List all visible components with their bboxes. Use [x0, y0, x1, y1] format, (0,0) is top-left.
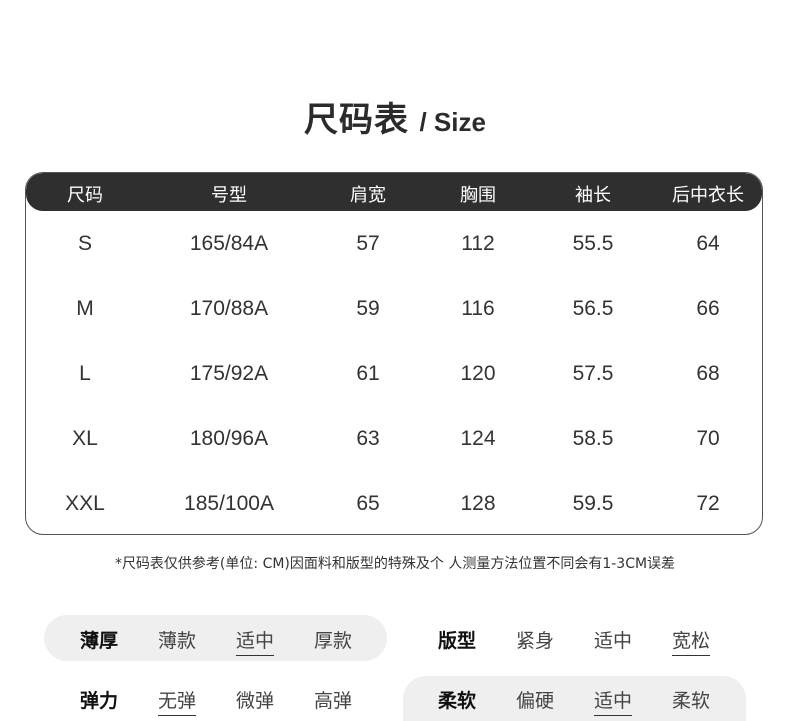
cell-chest: 116	[461, 297, 495, 320]
cell-size: S	[77, 232, 93, 255]
fit-option-selected: 宽松	[671, 626, 711, 656]
cell-sleeve: 55.5	[572, 232, 614, 255]
header-sleeve: 袖长	[575, 185, 611, 206]
table-row: XL 180/96A 63 124 58.5 70	[26, 427, 762, 457]
cell-length: 68	[696, 362, 720, 385]
elasticity-option-selected: 无弹	[157, 686, 197, 716]
cell-model: 170/88A	[189, 297, 269, 320]
cell-length: 64	[696, 232, 720, 255]
elasticity-option: 微弹	[235, 690, 275, 712]
table-row: XXL 185/100A 65 128 59.5 72	[26, 492, 762, 522]
cell-chest: 120	[460, 362, 496, 385]
cell-shoulder: 63	[356, 427, 380, 450]
fit-option: 紧身	[515, 630, 555, 652]
cell-shoulder: 59	[356, 297, 380, 320]
header-size: 尺码	[67, 185, 103, 206]
softness-label: 柔软	[437, 690, 477, 712]
cell-length: 72	[696, 492, 720, 515]
cell-sleeve: 57.5	[572, 362, 614, 385]
cell-size: L	[79, 362, 91, 385]
size-table: 尺码 号型 肩宽 胸围 袖长 后中衣长 S 165/84A 57 112 55.…	[25, 172, 763, 535]
cell-size: XXL	[65, 492, 105, 515]
table-header: 尺码 号型 肩宽 胸围 袖长 后中衣长	[26, 173, 762, 211]
thickness-label: 薄厚	[79, 630, 119, 652]
cell-model: 175/92A	[189, 362, 269, 385]
header-shoulder: 肩宽	[350, 185, 386, 206]
size-note: *尺码表仅供参考(单位: CM)因面料和版型的特殊及个 人测量方法位置不同会有1…	[114, 556, 676, 572]
thickness-option: 薄款	[157, 630, 197, 652]
header-length: 后中衣长	[672, 185, 744, 206]
fit-option: 适中	[593, 630, 633, 652]
cell-chest: 124	[460, 427, 496, 450]
table-row: S 165/84A 57 112 55.5 64	[26, 232, 762, 262]
elasticity-label: 弹力	[79, 690, 119, 712]
page-title: 尺码表 / Size	[0, 92, 790, 141]
header-chest: 胸围	[460, 185, 496, 206]
cell-sleeve: 59.5	[572, 492, 614, 515]
cell-shoulder: 61	[356, 362, 380, 385]
softness-option: 偏硬	[515, 690, 555, 712]
cell-shoulder: 65	[356, 492, 380, 515]
cell-model: 185/100A	[184, 492, 274, 515]
elasticity-option: 高弹	[313, 690, 353, 712]
cell-length: 66	[696, 297, 720, 320]
softness-option-selected: 适中	[593, 686, 633, 716]
cell-chest: 112	[461, 232, 495, 255]
fit-label: 版型	[437, 630, 477, 652]
title-english: / Size	[419, 107, 486, 137]
cell-size: XL	[72, 427, 98, 450]
cell-model: 180/96A	[189, 427, 269, 450]
table-row: L 175/92A 61 120 57.5 68	[26, 362, 762, 392]
cell-chest: 128	[460, 492, 496, 515]
cell-sleeve: 56.5	[572, 297, 614, 320]
cell-sleeve: 58.5	[572, 427, 614, 450]
cell-shoulder: 57	[356, 232, 380, 255]
thickness-option: 厚款	[313, 630, 353, 652]
title-chinese: 尺码表	[304, 100, 410, 140]
softness-option: 柔软	[671, 690, 711, 712]
cell-length: 70	[696, 427, 720, 450]
cell-size: M	[76, 297, 94, 320]
header-model: 号型	[211, 185, 247, 206]
thickness-option-selected: 适中	[235, 626, 275, 656]
cell-model: 165/84A	[189, 232, 269, 255]
table-row: M 170/88A 59 116 56.5 66	[26, 297, 762, 327]
